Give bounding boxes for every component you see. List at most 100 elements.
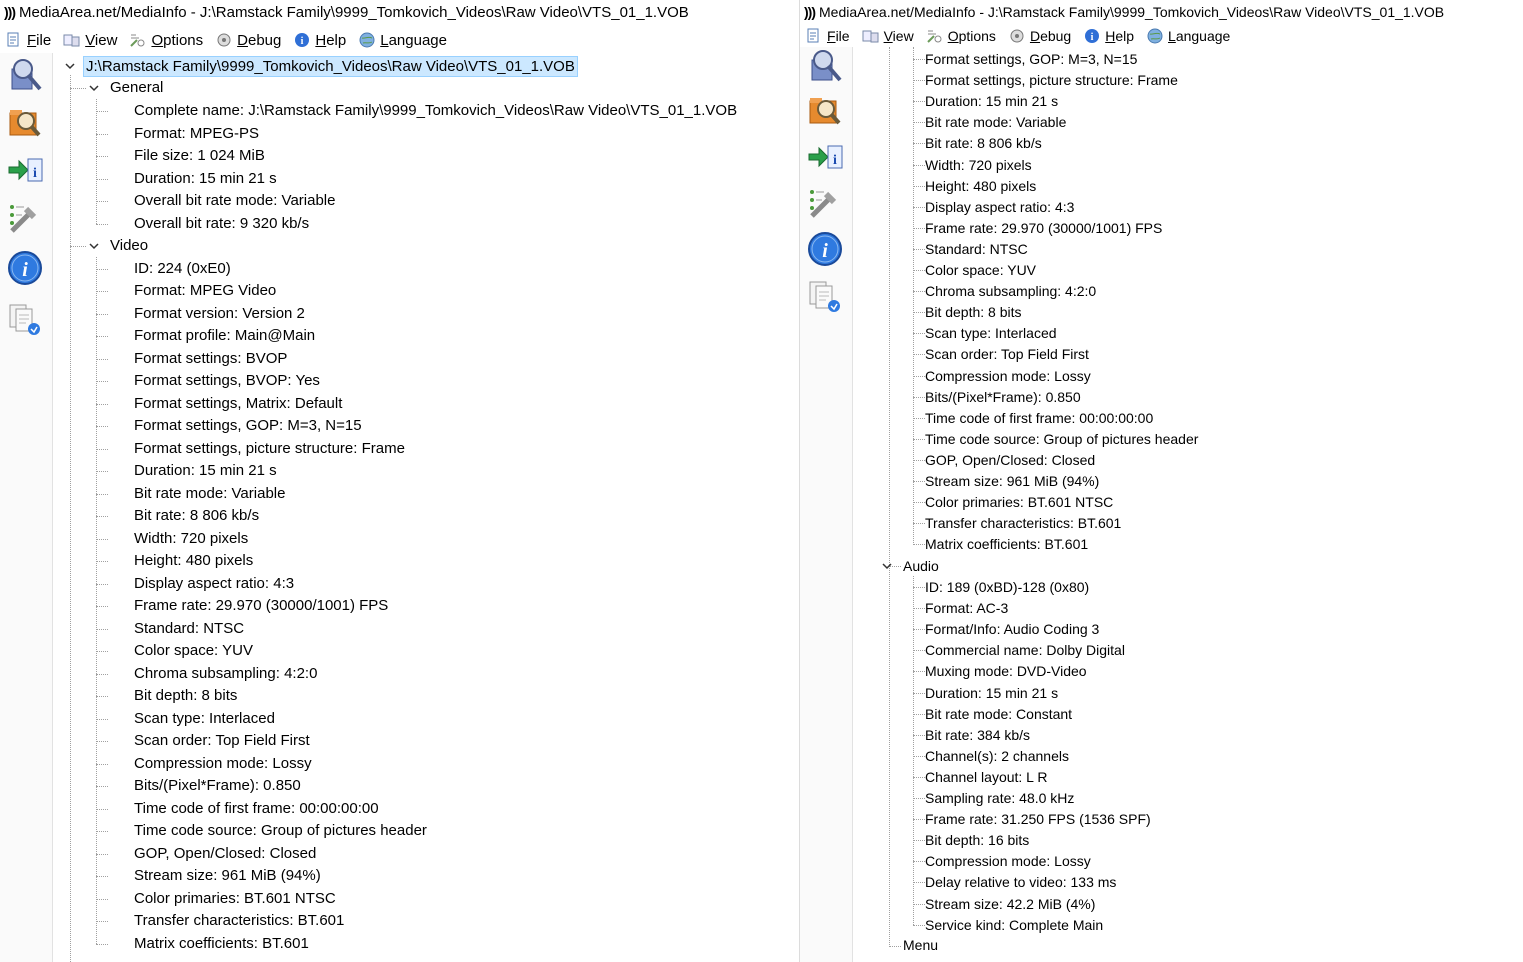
tree-item[interactable]: Bit depth: 16 bits	[925, 831, 1029, 850]
tree-item[interactable]: File size: 1 024 MiB	[134, 146, 265, 165]
tree-item[interactable]: Standard: NTSC	[925, 240, 1028, 259]
tree-item[interactable]: Color primaries: BT.601 NTSC	[925, 493, 1113, 512]
collapse-chevron-icon[interactable]	[87, 239, 101, 253]
tree-item[interactable]: Bit rate mode: Variable	[925, 113, 1066, 132]
tree-item[interactable]: Stream size: 42.2 MiB (4%)	[925, 895, 1095, 914]
tree-item[interactable]: Sampling rate: 48.0 kHz	[925, 789, 1074, 808]
tree-item[interactable]: Display aspect ratio: 4:3	[925, 198, 1074, 217]
collapse-chevron-icon[interactable]	[63, 59, 77, 73]
menu-options[interactable]: Options	[926, 27, 996, 45]
tree-item[interactable]: Format settings, GOP: M=3, N=15	[925, 50, 1137, 69]
tree-node-general[interactable]: General	[110, 78, 163, 97]
open-file-button[interactable]	[5, 56, 45, 96]
tree-item[interactable]: Bit rate: 8 806 kb/s	[925, 134, 1042, 153]
donate-button[interactable]	[805, 277, 845, 317]
preferences-button[interactable]	[805, 185, 845, 225]
tree-item[interactable]: Bit depth: 8 bits	[925, 303, 1022, 322]
collapse-chevron-icon[interactable]	[880, 559, 894, 573]
tree-item[interactable]: Duration: 15 min 21 s	[925, 92, 1058, 111]
tree-item[interactable]: Width: 720 pixels	[925, 156, 1032, 175]
tree-item[interactable]: GOP, Open/Closed: Closed	[925, 451, 1095, 470]
export-button[interactable]: i	[5, 152, 45, 192]
about-button[interactable]: i	[805, 231, 845, 271]
tree-item[interactable]: Compression mode: Lossy	[134, 754, 312, 773]
tree-item[interactable]: Chroma subsampling: 4:2:0	[134, 664, 317, 683]
tree-item[interactable]: Color space: YUV	[134, 641, 253, 660]
tree-item[interactable]: ID: 189 (0xBD)-128 (0x80)	[925, 578, 1089, 597]
tree-item[interactable]: Scan type: Interlaced	[925, 324, 1057, 343]
tree-item[interactable]: Time code source: Group of pictures head…	[134, 821, 427, 840]
tree-item[interactable]: Bit depth: 8 bits	[134, 686, 237, 705]
tree-item[interactable]: Time code source: Group of pictures head…	[925, 430, 1198, 449]
tree-item[interactable]: Time code of first frame: 00:00:00:00	[134, 799, 379, 818]
tree-item[interactable]: Transfer characteristics: BT.601	[925, 514, 1121, 533]
tree-item[interactable]: ID: 224 (0xE0)	[134, 259, 231, 278]
tree-item[interactable]: Transfer characteristics: BT.601	[134, 911, 344, 930]
tree-item[interactable]: Format profile: Main@Main	[134, 326, 315, 345]
collapse-chevron-icon[interactable]	[87, 81, 101, 95]
tree-item[interactable]: Bit rate mode: Constant	[925, 705, 1072, 724]
tree-item[interactable]: Height: 480 pixels	[925, 177, 1036, 196]
tree-item[interactable]: Format settings: BVOP	[134, 349, 287, 368]
open-folder-button[interactable]	[805, 92, 845, 132]
tree-item[interactable]: Bits/(Pixel*Frame): 0.850	[134, 776, 301, 795]
tree-item[interactable]: Duration: 15 min 21 s	[134, 169, 277, 188]
tree-item[interactable]: Stream size: 961 MiB (94%)	[134, 866, 321, 885]
tree-item[interactable]: Overall bit rate mode: Variable	[134, 191, 335, 210]
menu-help[interactable]: i Help	[293, 31, 346, 49]
tree-item[interactable]: Color space: YUV	[925, 261, 1036, 280]
menu-debug[interactable]: Debug	[1008, 27, 1071, 45]
open-file-button[interactable]	[805, 47, 845, 87]
tree-root-file[interactable]: J:\Ramstack Family\9999_Tomkovich_Videos…	[83, 56, 578, 77]
tree-item[interactable]: Frame rate: 31.250 FPS (1536 SPF)	[925, 810, 1151, 829]
preferences-button[interactable]	[5, 200, 45, 240]
tree-item[interactable]: Scan order: Top Field First	[134, 731, 310, 750]
tree-node-audio[interactable]: Audio	[903, 557, 939, 576]
menu-language[interactable]: Language	[1146, 27, 1230, 45]
tree-item[interactable]: Duration: 15 min 21 s	[925, 684, 1058, 703]
tree-item[interactable]: Format: MPEG-PS	[134, 124, 259, 143]
menu-view[interactable]: View	[862, 27, 914, 45]
about-button[interactable]: i	[5, 250, 45, 290]
tree-node-menu[interactable]: Menu	[903, 936, 938, 955]
tree-item[interactable]: Format version: Version 2	[134, 304, 305, 323]
tree-item[interactable]: GOP, Open/Closed: Closed	[134, 844, 316, 863]
menu-debug[interactable]: Debug	[215, 31, 281, 49]
tree-item[interactable]: Channel(s): 2 channels	[925, 747, 1069, 766]
tree-item[interactable]: Scan type: Interlaced	[134, 709, 275, 728]
tree-item[interactable]: Matrix coefficients: BT.601	[925, 535, 1088, 554]
tree-item[interactable]: Standard: NTSC	[134, 619, 244, 638]
tree-item[interactable]: Overall bit rate: 9 320 kb/s	[134, 214, 309, 233]
tree-item[interactable]: Time code of first frame: 00:00:00:00	[925, 409, 1153, 428]
tree-item[interactable]: Commercial name: Dolby Digital	[925, 641, 1125, 660]
tree-item[interactable]: Complete name: J:\Ramstack Family\9999_T…	[134, 101, 737, 120]
tree-item[interactable]: Bits/(Pixel*Frame): 0.850	[925, 388, 1081, 407]
tree-item[interactable]: Chroma subsampling: 4:2:0	[925, 282, 1096, 301]
tree-item[interactable]: Matrix coefficients: BT.601	[134, 934, 309, 953]
menu-language[interactable]: Language	[358, 31, 447, 49]
tree-item[interactable]: Channel layout: L R	[925, 768, 1047, 787]
tree-item[interactable]: Format settings, picture structure: Fram…	[925, 71, 1178, 90]
tree-item[interactable]: Format/Info: Audio Coding 3	[925, 620, 1099, 639]
export-button[interactable]: i	[805, 139, 845, 179]
tree-item[interactable]: Duration: 15 min 21 s	[134, 461, 277, 480]
tree-item[interactable]: Frame rate: 29.970 (30000/1001) FPS	[925, 219, 1162, 238]
donate-button[interactable]	[5, 300, 45, 340]
menu-help[interactable]: i Help	[1083, 27, 1134, 45]
tree-item[interactable]: Frame rate: 29.970 (30000/1001) FPS	[134, 596, 388, 615]
tree-item[interactable]: Compression mode: Lossy	[925, 367, 1091, 386]
tree-item[interactable]: Display aspect ratio: 4:3	[134, 574, 294, 593]
tree-item[interactable]: Bit rate: 8 806 kb/s	[134, 506, 259, 525]
menu-options[interactable]: Options	[129, 31, 203, 49]
tree-item[interactable]: Format settings, Matrix: Default	[134, 394, 342, 413]
menu-view[interactable]: View	[63, 31, 117, 49]
tree-item[interactable]: Format: MPEG Video	[134, 281, 276, 300]
tree-item[interactable]: Color primaries: BT.601 NTSC	[134, 889, 336, 908]
tree-item[interactable]: Muxing mode: DVD-Video	[925, 662, 1087, 681]
tree-item[interactable]: Scan order: Top Field First	[925, 345, 1089, 364]
tree-item[interactable]: Bit rate: 384 kb/s	[925, 726, 1030, 745]
tree-item[interactable]: Format: AC-3	[925, 599, 1008, 618]
open-folder-button[interactable]	[5, 104, 45, 144]
tree-node-video[interactable]: Video	[110, 236, 148, 255]
tree-item[interactable]: Format settings, GOP: M=3, N=15	[134, 416, 362, 435]
